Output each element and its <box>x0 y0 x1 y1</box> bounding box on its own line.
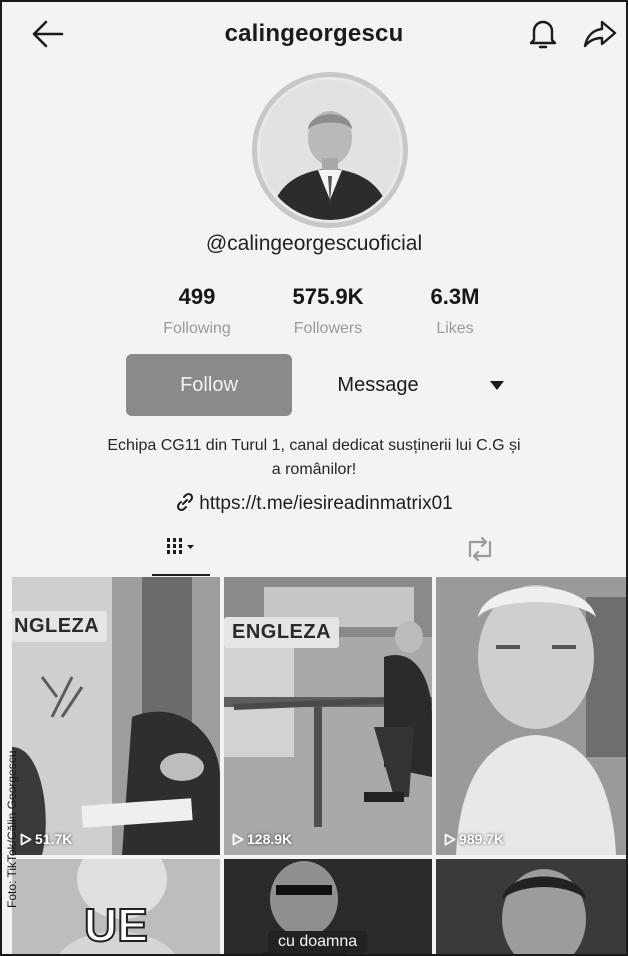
active-tab-indicator <box>152 574 210 576</box>
video-thumbnail[interactable]: NGLEZA 51.7K <box>12 577 220 855</box>
caret-down-icon <box>490 381 504 390</box>
overlay-text: UE <box>84 899 148 951</box>
photo-credit: Foto: TikTok/Călin Georgescu <box>5 750 19 908</box>
view-count-text: 128.9K <box>247 831 293 847</box>
video-thumbnail-image <box>436 859 626 954</box>
play-icon <box>444 833 456 846</box>
stat-label: Following <box>163 320 231 337</box>
share-button[interactable] <box>582 18 618 50</box>
video-grid: NGLEZA 51.7K ENGLEZA 128.9K 989.7K UE cu… <box>12 577 626 954</box>
link-text: https://t.me/iesireadinmatrix01 <box>199 493 453 514</box>
stat-followers[interactable]: 575.9K Followers <box>258 284 398 338</box>
avatar-image <box>260 80 400 220</box>
stat-value: 499 <box>178 284 216 309</box>
share-icon <box>583 20 617 48</box>
avatar[interactable] <box>260 80 400 220</box>
notifications-button[interactable] <box>526 16 560 52</box>
stat-value: 575.9K <box>292 284 364 309</box>
bell-icon <box>529 20 557 49</box>
tab-reposts[interactable] <box>460 532 500 566</box>
stat-likes: 6.3M Likes <box>385 284 525 338</box>
view-count: 989.7K <box>444 831 504 847</box>
video-label: ENGLEZA <box>224 617 340 648</box>
tab-videos[interactable] <box>152 528 208 572</box>
stat-following[interactable]: 499 Following <box>127 284 267 338</box>
video-label: NGLEZA <box>12 611 108 642</box>
stat-value: 6.3M <box>430 284 480 309</box>
top-bar: calingeorgescu <box>2 2 626 66</box>
video-thumbnail-image <box>436 577 626 855</box>
profile-handle: @calingeorgescuoficial <box>205 232 423 255</box>
profile-screen: calingeorgescu @calingeorgescuoficial 49… <box>0 0 628 956</box>
view-count-text: 989.7K <box>459 831 505 847</box>
video-thumbnail[interactable]: ENGLEZA 128.9K <box>224 577 432 855</box>
message-button[interactable]: Message <box>308 354 448 416</box>
grid-icon <box>167 538 194 554</box>
stat-label: Followers <box>293 320 363 337</box>
link-icon <box>177 492 194 512</box>
bio-line: Echipa CG11 din Turul 1, canal dedicat s… <box>107 437 521 454</box>
follow-button[interactable]: Follow <box>126 354 292 416</box>
more-options-button[interactable] <box>482 374 512 396</box>
view-count: 128.9K <box>232 831 292 847</box>
video-thumbnail-image: UE <box>12 859 220 954</box>
video-thumbnail[interactable]: 989.7K <box>436 577 626 855</box>
profile-link[interactable]: https://t.me/iesireadinmatrix01 <box>2 492 626 515</box>
play-icon <box>20 833 32 846</box>
play-icon <box>232 833 244 846</box>
profile-bio: Echipa CG11 din Turul 1, canal dedicat s… <box>32 434 596 482</box>
video-caption: cu doamna <box>268 931 368 953</box>
bio-line: a românilor! <box>271 461 357 478</box>
view-count: 51.7K <box>20 831 72 847</box>
video-thumbnail[interactable]: UE <box>12 859 220 954</box>
video-thumbnail[interactable]: cu doamna <box>224 859 432 954</box>
video-thumbnail[interactable] <box>436 859 626 954</box>
view-count-text: 51.7K <box>35 831 73 847</box>
stat-label: Likes <box>436 320 474 337</box>
repost-icon <box>468 536 492 562</box>
